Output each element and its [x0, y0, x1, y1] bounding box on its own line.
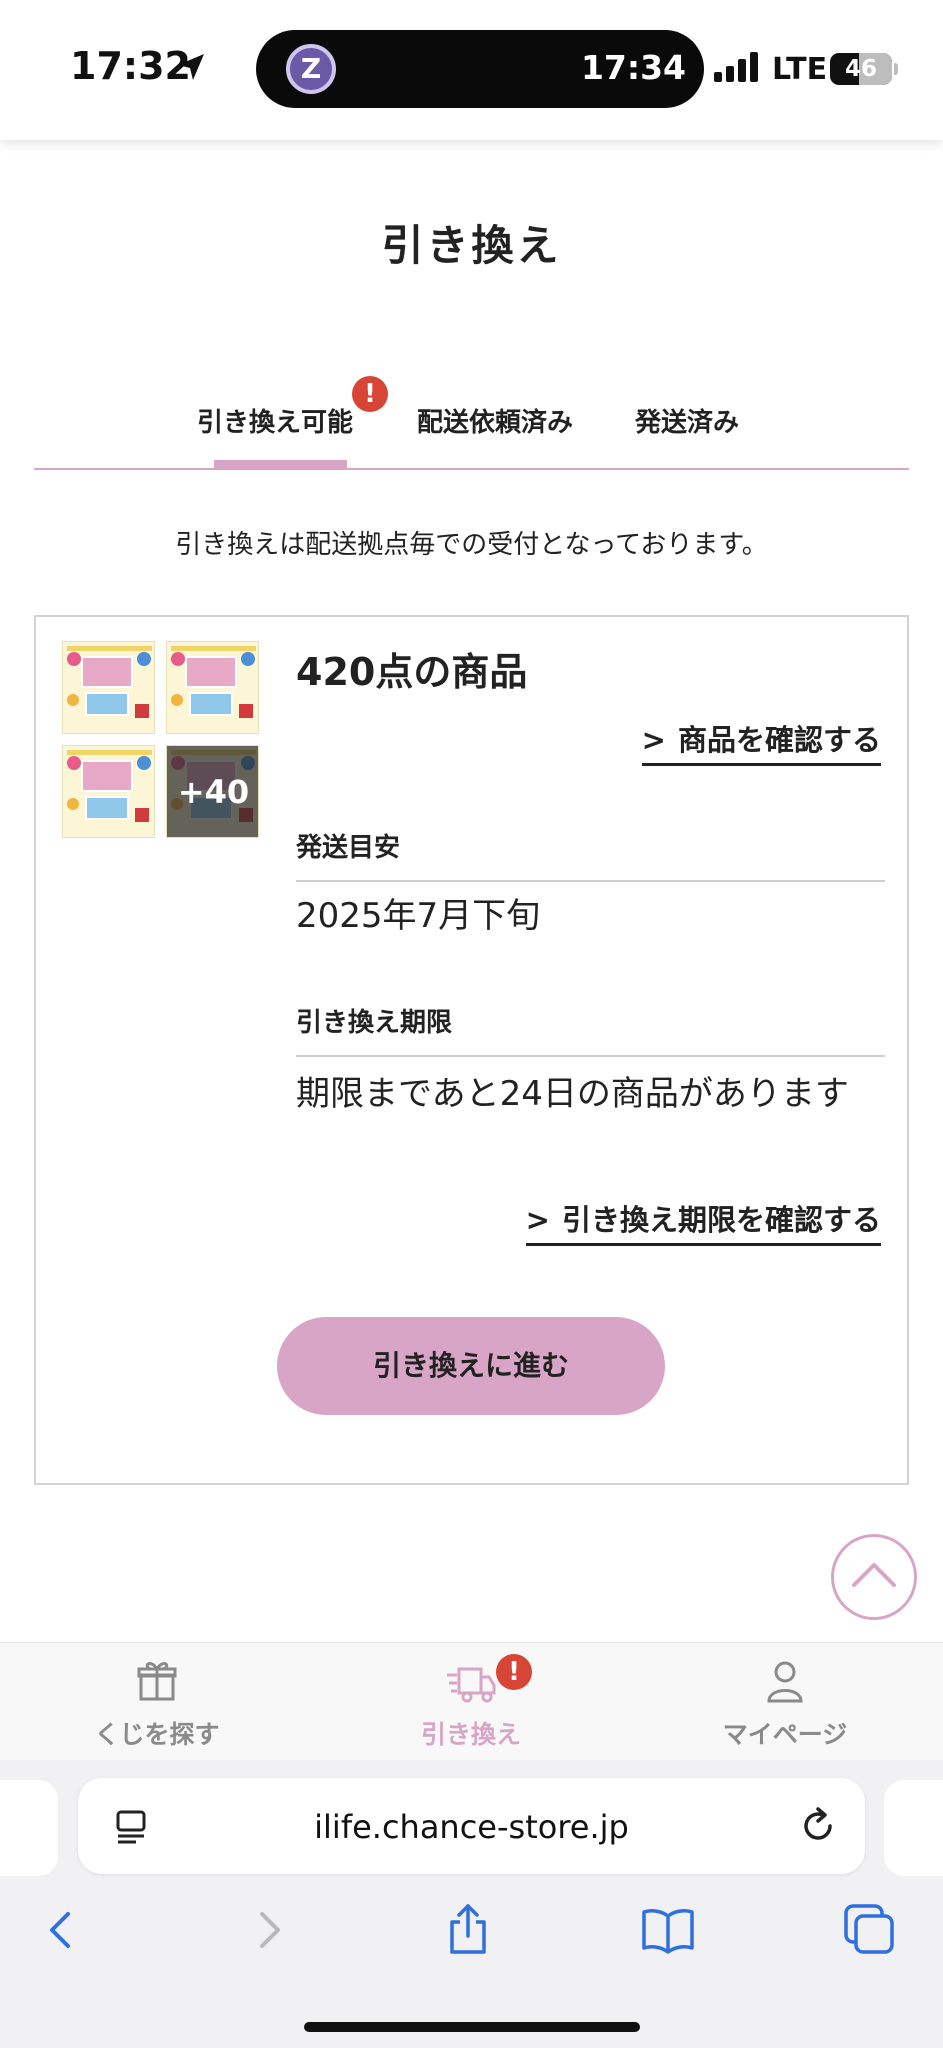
view-deadline-label: 引き換え期限を確認する: [561, 1203, 881, 1237]
nav-label: くじを探す: [94, 1720, 220, 1749]
deadline-value: 期限まであと24日の商品があります: [296, 1074, 849, 1114]
divider: [296, 1055, 885, 1057]
delivery-truck-icon: [447, 1667, 496, 1703]
item-thumbnail: [62, 745, 155, 838]
browser-toolbar: ilife.chance-store.jp: [0, 1760, 943, 2048]
person-icon: [767, 1661, 803, 1703]
url-text: ilife.chance-store.jp: [314, 1808, 629, 1846]
tab-delivery-requested[interactable]: 配送依頼済み: [417, 402, 573, 439]
redeem-card: +40 420点の商品 > 商品を確認する 発送目安 2025年7月下旬 引き換え…: [34, 615, 909, 1485]
nav-label: マイページ: [722, 1720, 848, 1749]
reload-icon[interactable]: [798, 1806, 838, 1846]
nav-item-mypage[interactable]: マイページ: [665, 1643, 905, 1761]
scroll-to-top-button[interactable]: [831, 1534, 917, 1620]
chevron-right-icon: >: [641, 723, 666, 757]
battery-cap: [894, 63, 898, 75]
shipping-estimate-label: 発送目安: [296, 833, 401, 863]
bottom-nav: くじを探す 引き換え マイページ: [0, 1642, 943, 1760]
back-icon[interactable]: [34, 1902, 90, 1958]
app-badge-icon: Z: [286, 44, 336, 94]
tabs-icon[interactable]: [842, 1902, 898, 1958]
next-tab-preview[interactable]: [884, 1780, 943, 1876]
network-type: LTE: [772, 52, 828, 87]
nav-alert-badge: !: [496, 1654, 532, 1690]
battery-icon: 46: [830, 53, 892, 85]
page-title: 引き換え: [381, 221, 562, 270]
item-count: 420点の商品: [296, 650, 528, 694]
previous-tab-preview[interactable]: [0, 1780, 58, 1876]
home-indicator[interactable]: [304, 2022, 640, 2032]
status-bar: 17:32 Z 17:34 LTE 46: [0, 0, 943, 140]
shipping-estimate-value: 2025年7月下旬: [296, 896, 541, 936]
forward-icon[interactable]: [240, 1902, 296, 1958]
view-items-link[interactable]: > 商品を確認する: [641, 717, 881, 766]
nav-item-redeem[interactable]: 引き換え: [351, 1643, 591, 1761]
item-thumbnail-more: +40: [166, 745, 259, 838]
tab-redeemable[interactable]: 引き換え可能: [197, 402, 353, 439]
tab-bar: 引き換え可能 ! 配送依頼済み 発送済み: [34, 376, 909, 470]
item-thumbnails[interactable]: +40: [62, 641, 262, 841]
island-time: 17:34: [580, 48, 686, 87]
notice-text: 引き換えは配送拠点毎での受付となっております。: [175, 530, 768, 560]
address-bar[interactable]: ilife.chance-store.jp: [78, 1778, 865, 1874]
dynamic-island: Z 17:34: [256, 30, 704, 108]
location-arrow-icon: [178, 54, 204, 80]
chevron-right-icon: >: [525, 1203, 550, 1237]
view-deadline-link[interactable]: > 引き換え期限を確認する: [525, 1197, 881, 1246]
view-items-label: 商品を確認する: [677, 723, 881, 757]
divider: [296, 880, 885, 882]
tab-divider: [34, 468, 909, 470]
deadline-label: 引き換え期限: [296, 1008, 453, 1038]
status-time: 17:32: [70, 44, 191, 88]
bookmarks-icon[interactable]: [640, 1902, 696, 1958]
proceed-to-redeem-button[interactable]: 引き換えに進む: [277, 1317, 665, 1415]
share-icon[interactable]: [440, 1902, 496, 1958]
item-thumbnail: [62, 641, 155, 734]
tab-shipped[interactable]: 発送済み: [635, 402, 739, 439]
gift-icon: [137, 1662, 177, 1701]
signal-icon: [714, 52, 758, 82]
chevron-up-icon: [852, 1563, 896, 1587]
tab-alert-badge: !: [352, 376, 388, 412]
item-thumbnail: [166, 641, 259, 734]
active-tab-indicator: [214, 460, 347, 470]
more-items-count: +40: [167, 746, 258, 837]
battery-level: 46: [844, 56, 877, 82]
nav-item-lottery[interactable]: くじを探す: [37, 1643, 277, 1761]
nav-label: 引き換え: [420, 1720, 521, 1749]
